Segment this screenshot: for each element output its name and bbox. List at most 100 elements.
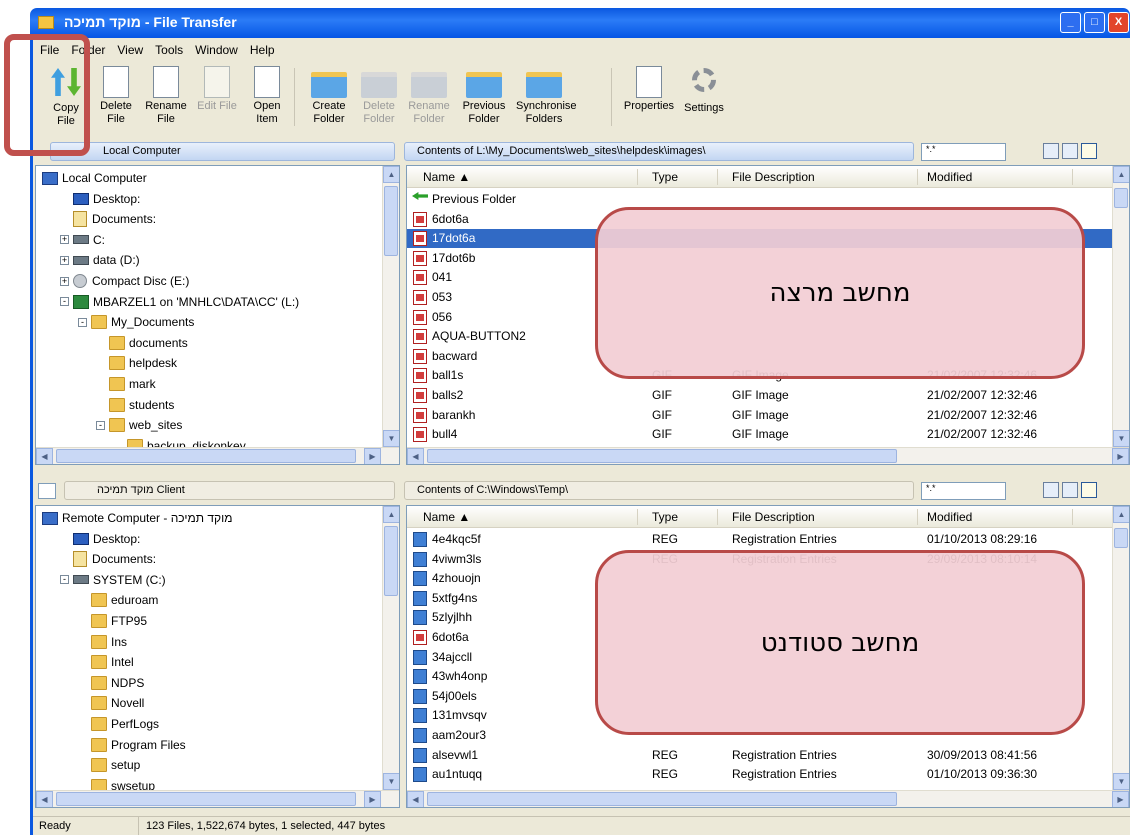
tree-item[interactable]: - SYSTEM (C:) [60, 570, 166, 590]
vertical-scrollbar[interactable]: ▲ ▼ [1112, 166, 1129, 447]
settings-button[interactable]: Settings [676, 64, 732, 115]
list-view-icon[interactable] [1062, 482, 1078, 498]
column-header-modified[interactable]: Modified [927, 170, 972, 184]
horizontal-scrollbar[interactable]: ◀ ▶ [36, 790, 399, 807]
vertical-scrollbar[interactable]: ▲ ▼ [382, 166, 399, 447]
menu-tools[interactable]: Tools [155, 43, 183, 57]
scroll-thumb[interactable] [384, 526, 398, 596]
minimize-button[interactable]: _ [1060, 12, 1081, 33]
scroll-thumb[interactable] [56, 792, 356, 806]
local-filter-input[interactable]: *.* [921, 143, 1006, 161]
scroll-left-icon[interactable]: ◀ [36, 791, 53, 807]
scroll-down-icon[interactable]: ▼ [383, 773, 399, 790]
tree-item[interactable]: documents [96, 333, 188, 353]
expand-icon[interactable]: + [60, 255, 69, 265]
scroll-right-icon[interactable]: ▶ [1112, 791, 1129, 807]
tree-item[interactable]: + data (D:) [60, 250, 140, 270]
tree-item[interactable]: Desktop: [60, 529, 140, 549]
view-options-icon[interactable] [1043, 143, 1059, 159]
expand-icon[interactable]: + [60, 276, 69, 286]
menu-view[interactable]: View [117, 43, 143, 57]
scroll-thumb[interactable] [427, 449, 897, 463]
details-view-icon[interactable] [1081, 143, 1097, 159]
list-view-icon[interactable] [1062, 143, 1078, 159]
create-folder-button[interactable]: Create Folder [301, 64, 357, 126]
tree-item[interactable]: PerfLogs [78, 714, 159, 734]
tree-item[interactable]: setup [78, 755, 140, 775]
details-view-icon[interactable] [1081, 482, 1097, 498]
tree-item[interactable]: + C: [60, 230, 105, 250]
scroll-left-icon[interactable]: ◀ [407, 791, 424, 807]
scroll-thumb[interactable] [1114, 528, 1128, 548]
scroll-left-icon[interactable]: ◀ [407, 448, 424, 464]
remote-filter-input[interactable]: *.* [921, 482, 1006, 500]
expand-icon[interactable]: + [60, 235, 69, 245]
column-header-file-description[interactable]: File Description [732, 170, 815, 184]
column-header-name[interactable]: Name ▲ [423, 170, 470, 184]
file-row[interactable]: barankh GIF GIF Image 21/02/2007 12:32:46 [407, 406, 1129, 425]
view-options-icon[interactable] [1043, 482, 1059, 498]
tree-item[interactable]: FTP95 [78, 611, 147, 631]
file-row[interactable]: au1ntuqq REG Registration Entries 01/10/201… [407, 765, 1129, 784]
rename-folder-button[interactable]: Rename Folder [401, 64, 457, 126]
edit-file-button[interactable]: Edit File [189, 64, 245, 113]
tree-item[interactable]: Novell [78, 693, 144, 713]
tree-item[interactable]: - MBARZEL1 on 'MNHLC\DATA\CC' (L:) [60, 292, 299, 312]
maximize-button[interactable]: □ [1084, 12, 1105, 33]
file-row[interactable]: alsevwl1 REG Registration Entries 30/09/201… [407, 746, 1129, 765]
scroll-right-icon[interactable]: ▶ [1112, 448, 1129, 464]
vertical-scrollbar[interactable]: ▲ ▼ [1112, 506, 1129, 790]
tree-item[interactable]: students [96, 395, 174, 415]
delete-folder-button[interactable]: Delete Folder [351, 64, 407, 126]
tree-item[interactable]: Desktop: [60, 189, 140, 209]
properties-button[interactable]: Properties [621, 64, 677, 113]
file-row[interactable]: balls2 GIF GIF Image 21/02/2007 12:32:46 [407, 386, 1129, 405]
scroll-down-icon[interactable]: ▼ [1113, 773, 1129, 790]
tree-item[interactable]: NDPS [78, 673, 144, 693]
tree-item[interactable]: Documents: [60, 209, 156, 229]
scroll-up-icon[interactable]: ▲ [1113, 506, 1129, 523]
scroll-thumb[interactable] [1114, 188, 1128, 208]
scroll-up-icon[interactable]: ▲ [383, 166, 399, 183]
vertical-scrollbar[interactable]: ▲ ▼ [382, 506, 399, 790]
tree-item[interactable]: Program Files [78, 735, 186, 755]
column-header-modified[interactable]: Modified [927, 510, 972, 524]
pane-checkbox[interactable] [38, 483, 56, 499]
file-row[interactable]: bull4 GIF GIF Image 21/02/2007 12:32:46 [407, 425, 1129, 444]
collapse-icon[interactable]: - [60, 297, 69, 307]
rename-file-button[interactable]: Rename File [138, 64, 194, 126]
tree-item[interactable]: Ins [78, 632, 127, 652]
column-header-file-description[interactable]: File Description [732, 510, 815, 524]
scroll-thumb[interactable] [384, 186, 398, 256]
collapse-icon[interactable]: - [60, 575, 69, 585]
tree-item[interactable]: - My_Documents [78, 312, 194, 332]
tree-item[interactable]: Documents: [60, 549, 156, 569]
column-header-type[interactable]: Type [652, 510, 678, 524]
tree-item[interactable]: Local Computer [42, 168, 147, 188]
file-row[interactable]: 4e4kqc5f REG Registration Entries 01/10/201… [407, 530, 1129, 549]
scroll-thumb[interactable] [427, 792, 897, 806]
tree-item[interactable]: - web_sites [96, 415, 182, 435]
tree-item[interactable]: mark [96, 374, 156, 394]
column-header-type[interactable]: Type [652, 170, 678, 184]
horizontal-scrollbar[interactable]: ◀ ▶ [407, 790, 1129, 807]
previous-folder-button[interactable]: Previous Folder [456, 64, 512, 126]
open-item-button[interactable]: Open Item [239, 64, 295, 126]
scroll-down-icon[interactable]: ▼ [1113, 430, 1129, 447]
horizontal-scrollbar[interactable]: ◀ ▶ [36, 447, 399, 464]
collapse-icon[interactable]: - [96, 420, 105, 430]
column-header-name[interactable]: Name ▲ [423, 510, 470, 524]
tree-item[interactable]: Intel [78, 652, 134, 672]
delete-file-button[interactable]: Delete File [88, 64, 144, 126]
collapse-icon[interactable]: - [78, 317, 87, 327]
tree-item[interactable]: helpdesk [96, 353, 177, 373]
close-button[interactable]: X [1108, 12, 1129, 33]
tree-item[interactable]: eduroam [78, 590, 158, 610]
scroll-right-icon[interactable]: ▶ [364, 791, 381, 807]
scroll-up-icon[interactable]: ▲ [383, 506, 399, 523]
menu-help[interactable]: Help [250, 43, 275, 57]
tree-item[interactable]: + Compact Disc (E:) [60, 271, 189, 291]
scroll-thumb[interactable] [56, 449, 356, 463]
horizontal-scrollbar[interactable]: ◀ ▶ [407, 447, 1129, 464]
scroll-down-icon[interactable]: ▼ [383, 430, 399, 447]
